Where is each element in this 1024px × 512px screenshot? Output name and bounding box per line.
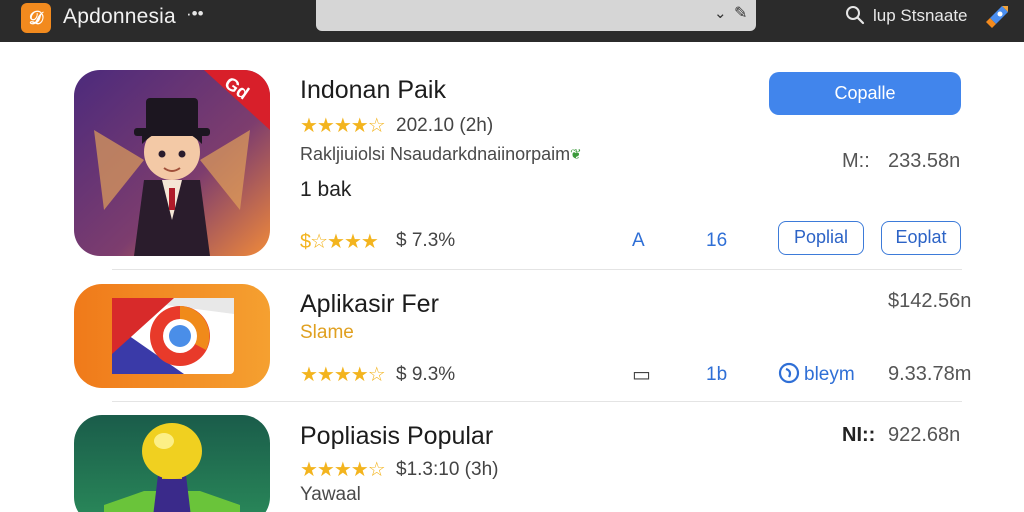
app-name[interactable]: Indonan Paik: [300, 76, 446, 105]
size-label: M::: [842, 150, 870, 172]
app-size: 922.68n: [888, 424, 961, 446]
list-item[interactable]: Aplikasir Fer Slame ★★★★☆ $ 9.3% ▭ 1b bl…: [0, 270, 1024, 402]
link-icon[interactable]: [778, 362, 800, 384]
square-icon[interactable]: ▭: [632, 362, 651, 387]
app-name[interactable]: Popliasis Popular: [300, 422, 493, 451]
size-label: NI::: [842, 424, 876, 446]
rating-value: $1.3:10 (3h): [396, 459, 499, 480]
app-price: $ 7.3%: [396, 230, 456, 251]
price-stars: $☆★★★: [300, 231, 379, 253]
popular-button[interactable]: Poplial: [778, 221, 864, 255]
glyph-1b[interactable]: 1b: [706, 364, 727, 386]
glyph-16[interactable]: 16: [706, 230, 727, 252]
leaf-icon: ❦: [570, 146, 582, 162]
app-tag: 1 bak: [300, 178, 352, 201]
link-label[interactable]: bleym: [804, 364, 855, 386]
app-icon-witch[interactable]: Gd: [74, 70, 270, 256]
app-icon-joystick[interactable]: [74, 415, 270, 512]
rating-stars: ★★★★☆: [300, 459, 386, 481]
app-price: $ 9.3%: [396, 364, 456, 385]
app-icon-chrome-like[interactable]: [74, 284, 270, 388]
rating-value: 202.10 (2h): [396, 115, 494, 136]
app-size: 233.58n: [888, 150, 961, 172]
list-item[interactable]: Gd Indonan Paik ★★★★☆ 202.10 (2h) Raklji…: [0, 0, 1024, 270]
rating-stars: ★★★★☆: [300, 115, 386, 137]
explore-button[interactable]: Eoplat: [881, 221, 961, 255]
app-size-top: $142.56n: [888, 290, 972, 312]
app-subtitle: Yawaal: [300, 484, 361, 505]
app-name[interactable]: Aplikasir Fer: [300, 290, 439, 319]
app-subtitle: Slame: [300, 322, 354, 343]
list-item[interactable]: Popliasis Popular ★★★★☆ $1.3:10 (3h) Yaw…: [0, 402, 1024, 512]
app-description: Rakljiuiolsi Nsaudarkdnaiinorpaim: [300, 144, 571, 164]
glyph-a[interactable]: A: [632, 230, 645, 252]
app-size: 9.33.78m: [888, 363, 972, 385]
install-button[interactable]: Copalle: [769, 72, 961, 115]
rating-stars: ★★★★☆: [300, 364, 386, 386]
